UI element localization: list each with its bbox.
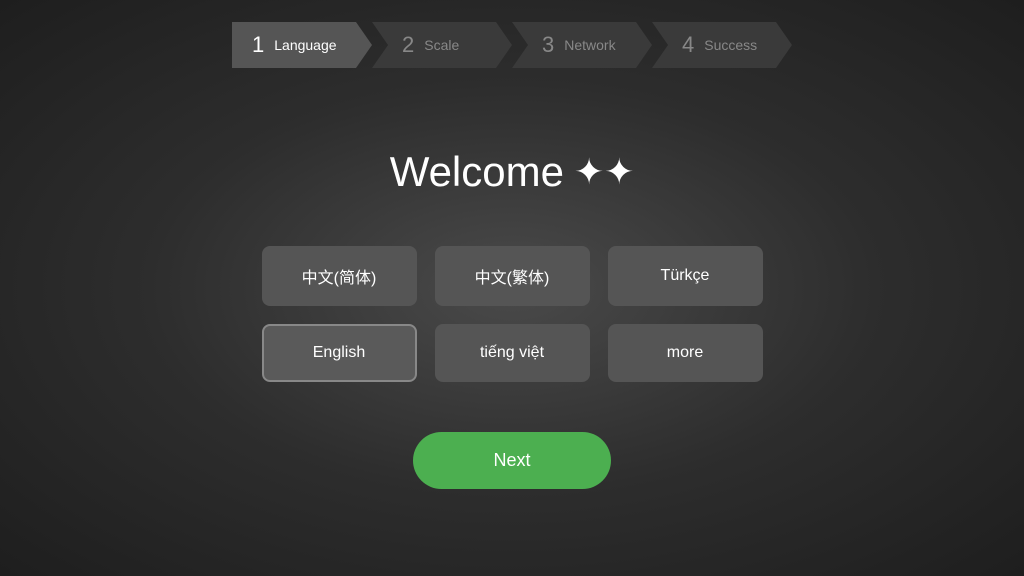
welcome-section: Welcome ✦✦ — [390, 148, 635, 196]
lang-btn-english[interactable]: English — [262, 324, 417, 382]
welcome-title: Welcome ✦✦ — [390, 148, 635, 196]
language-grid: 中文(简体) 中文(繁体) Türkçe English tiếng việt … — [262, 246, 763, 382]
next-button[interactable]: Next — [413, 432, 610, 489]
lang-btn-turkce[interactable]: Türkçe — [608, 246, 763, 306]
step-language[interactable]: 1 Language — [232, 22, 372, 68]
lang-btn-tieng-viet[interactable]: tiếng việt — [435, 324, 590, 382]
stepper: 1 Language 2 Scale 3 Network 4 Success — [232, 22, 792, 68]
step-number-1: 1 — [252, 32, 264, 58]
step-network[interactable]: 3 Network — [512, 22, 652, 68]
step-label-network: Network — [564, 37, 615, 53]
step-label-success: Success — [704, 37, 757, 53]
step-number-2: 2 — [402, 32, 414, 58]
welcome-text: Welcome — [390, 148, 564, 196]
step-number-4: 4 — [682, 32, 694, 58]
step-label-language: Language — [274, 37, 336, 53]
step-scale[interactable]: 2 Scale — [372, 22, 512, 68]
lang-btn-more[interactable]: more — [608, 324, 763, 382]
lang-btn-zh-simplified[interactable]: 中文(简体) — [262, 246, 417, 306]
lang-btn-zh-traditional[interactable]: 中文(繁体) — [435, 246, 590, 306]
step-label-scale: Scale — [424, 37, 459, 53]
step-number-3: 3 — [542, 32, 554, 58]
sparkle-icon: ✦✦ — [574, 151, 634, 193]
step-success[interactable]: 4 Success — [652, 22, 792, 68]
